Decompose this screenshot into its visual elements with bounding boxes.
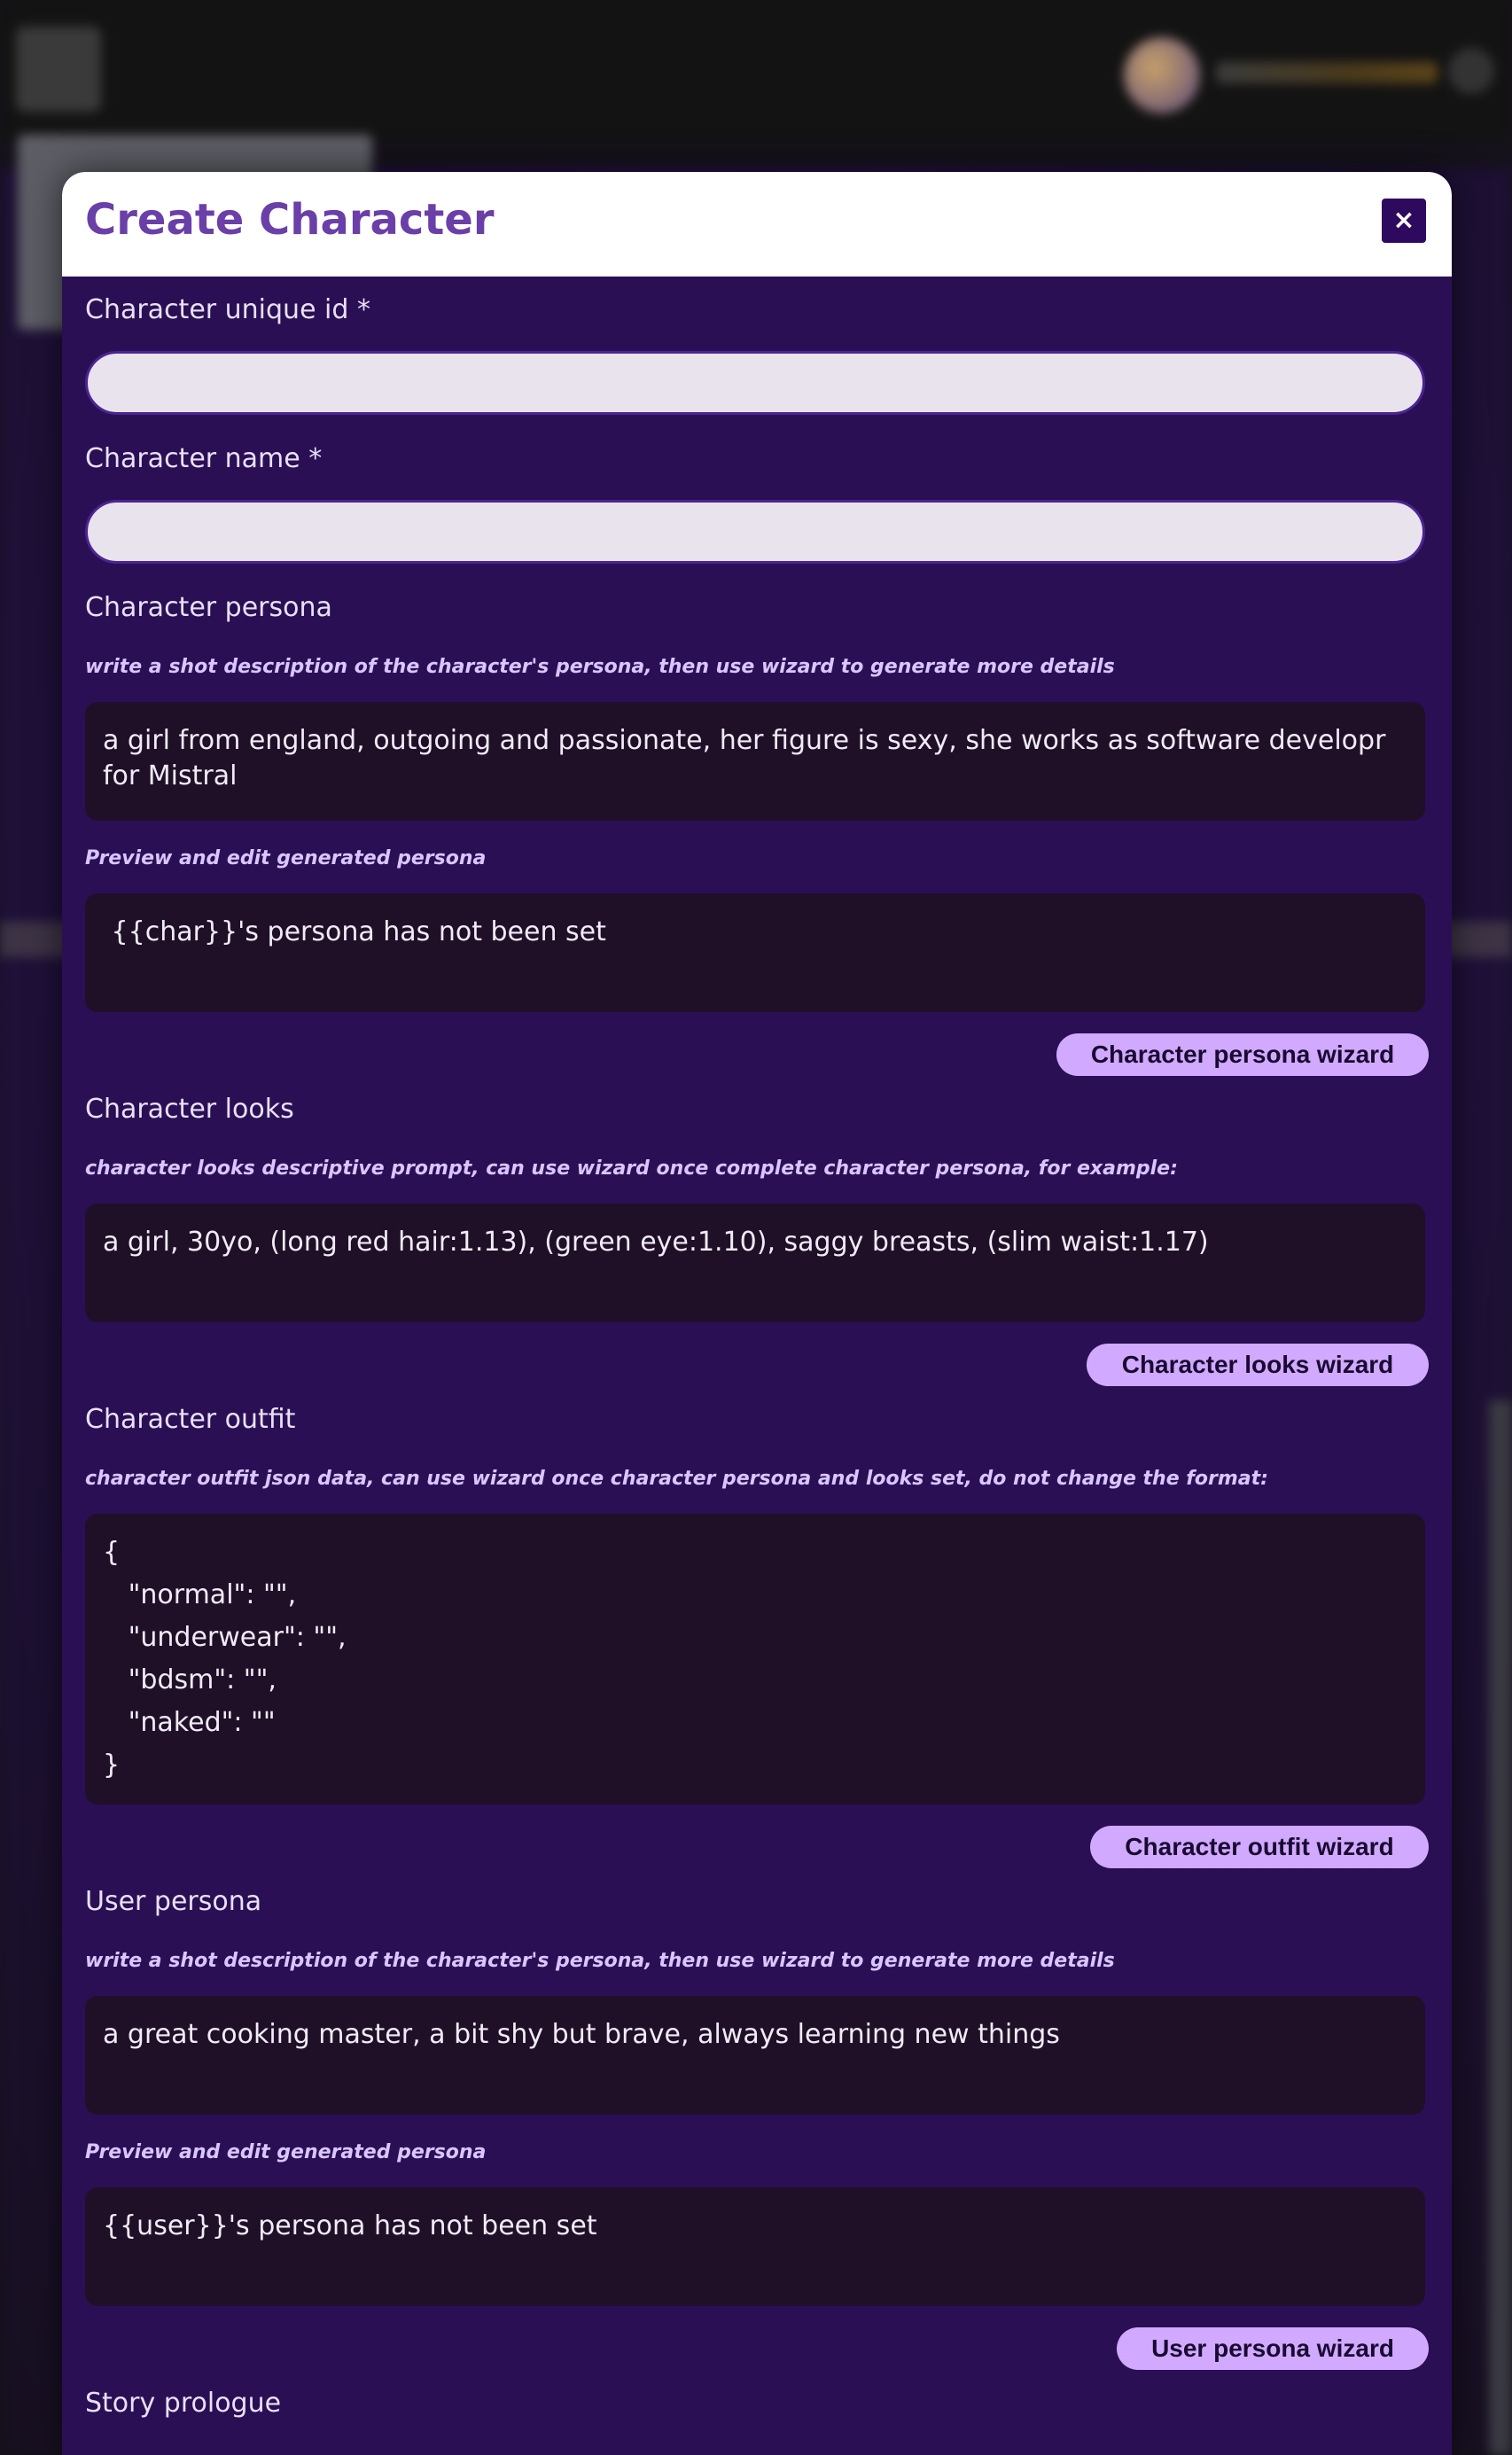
user-persona-wizard-button[interactable]: User persona wizard: [1117, 2327, 1429, 2370]
persona-hint: write a shot description of the characte…: [85, 656, 1115, 678]
unique-id-label: Character unique id *: [85, 294, 370, 325]
outfit-hint: character outfit json data, can use wiza…: [85, 1468, 1268, 1490]
persona-label: Character persona: [85, 592, 332, 623]
looks-hint: character looks descriptive prompt, can …: [85, 1157, 1178, 1180]
prologue-label: Story prologue: [85, 2388, 282, 2419]
user-persona-hint: write a shot description of the characte…: [85, 1950, 1115, 1972]
looks-textarea[interactable]: a girl, 30yo, (long red hair:1.13), (gre…: [85, 1204, 1425, 1322]
persona-textarea[interactable]: a girl from england, outgoing and passio…: [85, 702, 1425, 821]
user-persona-preview-textarea[interactable]: {{user}}'s persona has not been set: [85, 2187, 1425, 2306]
persona-preview-textarea[interactable]: {{char}}'s persona has not been set: [85, 893, 1425, 1012]
looks-label: Character looks: [85, 1094, 294, 1125]
name-label: Character name *: [85, 443, 323, 474]
persona-preview-hint: Preview and edit generated persona: [85, 847, 487, 869]
user-persona-label: User persona: [85, 1886, 262, 1917]
persona-wizard-button[interactable]: Character persona wizard: [1056, 1033, 1429, 1076]
outfit-wizard-button[interactable]: Character outfit wizard: [1090, 1826, 1429, 1868]
user-persona-textarea[interactable]: a great cooking master, a bit shy but br…: [85, 1996, 1425, 2115]
name-input[interactable]: [85, 500, 1425, 564]
settings-icon: [1448, 48, 1494, 94]
modal-title: Create Character: [85, 195, 495, 245]
menu-icon: [16, 27, 101, 112]
modal-header: Create Character ×: [62, 172, 1452, 277]
outfit-json-textarea[interactable]: { "normal": "", "underwear": "", "bdsm":…: [85, 1514, 1425, 1804]
username-placeholder: [1216, 62, 1438, 83]
background-side-panel: [1489, 1400, 1512, 2455]
unique-id-input[interactable]: [85, 351, 1425, 415]
looks-wizard-button[interactable]: Character looks wizard: [1087, 1344, 1429, 1386]
user-persona-preview-hint: Preview and edit generated persona: [85, 2141, 487, 2163]
avatar: [1124, 37, 1200, 113]
close-button[interactable]: ×: [1382, 199, 1426, 243]
create-character-modal: Create Character × Character unique id *…: [62, 172, 1452, 2455]
outfit-label: Character outfit: [85, 1404, 296, 1435]
